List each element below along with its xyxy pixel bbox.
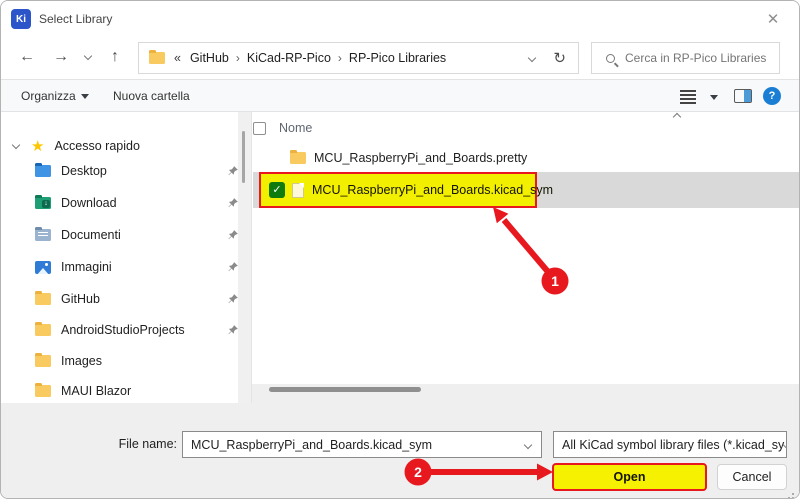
close-icon[interactable]: ✕ (763, 9, 783, 29)
forward-icon[interactable]: → (53, 47, 69, 67)
download-folder-icon: ↓ (35, 197, 51, 209)
folder-icon (290, 152, 306, 164)
breadcrumb-separator: › (338, 51, 342, 65)
pictures-icon (35, 261, 51, 274)
horizontal-scrollbar-thumb[interactable] (269, 387, 421, 392)
desktop-folder-icon (35, 165, 51, 177)
breadcrumb-overflow[interactable]: « (174, 51, 181, 65)
column-header-nome[interactable]: Nome (279, 121, 312, 135)
command-toolbar: Organizza Nuova cartella ? (1, 79, 799, 112)
file-row-pretty[interactable]: MCU_RaspberryPi_and_Boards.pretty (253, 145, 527, 171)
refresh-icon[interactable]: ↻ (553, 49, 566, 67)
view-mode-caret-icon[interactable] (710, 95, 718, 100)
organize-caret-icon (81, 94, 89, 99)
breadcrumb-segment-rp-pico-libraries[interactable]: RP-Pico Libraries (349, 51, 446, 65)
select-all-checkbox[interactable] (253, 122, 266, 135)
preview-pane-icon[interactable] (734, 89, 752, 103)
breadcrumb-separator: › (236, 51, 240, 65)
file-type-combobox[interactable]: All KiCad symbol library files (*.kicad_… (553, 431, 787, 458)
folder-icon (35, 293, 51, 305)
file-name-combobox[interactable]: MCU_RaspberryPi_and_Boards.kicad_sym (182, 431, 542, 458)
sidebar-item-quick-access[interactable]: ★ Accesso rapido (13, 133, 235, 159)
title-bar: Ki Select Library ✕ (1, 1, 799, 37)
sidebar-scrollbar-thumb[interactable] (242, 131, 245, 183)
sidebar-scrollbar-track[interactable] (238, 112, 252, 403)
sidebar-item-androidstudioprojects[interactable]: AndroidStudioProjects (35, 317, 239, 343)
quick-access-expand-chevron-icon[interactable] (12, 140, 20, 148)
search-input[interactable]: Cerca in RP-Pico Libraries (591, 42, 780, 74)
address-bar[interactable]: « GitHub › KiCad-RP-Pico › RP-Pico Libra… (138, 42, 579, 74)
search-placeholder: Cerca in RP-Pico Libraries (625, 51, 766, 65)
dialog-body: ★ Accesso rapido Desktop ↓ Download Docu… (1, 112, 799, 403)
sidebar-item-maui-blazor[interactable]: MAUI Blazor (35, 378, 239, 404)
sort-ascending-icon[interactable] (673, 113, 681, 121)
recent-locations-chevron-icon[interactable] (84, 52, 92, 60)
sidebar-item-documenti[interactable]: Documenti (35, 222, 239, 248)
view-mode-icon[interactable] (680, 90, 696, 92)
folder-icon (149, 52, 165, 64)
file-name-label: File name: (1, 437, 177, 451)
folder-icon (35, 324, 51, 336)
documents-folder-icon (35, 229, 51, 241)
resize-grip[interactable] (792, 493, 794, 495)
sidebar-item-immagini[interactable]: Immagini (35, 254, 239, 280)
checked-checkbox[interactable]: ✓ (269, 182, 285, 198)
kicad-sym-file-icon (292, 183, 304, 198)
kicad-logo-icon: Ki (11, 9, 31, 29)
breadcrumb-segment-kicad-rp-pico[interactable]: KiCad-RP-Pico (247, 51, 331, 65)
pin-icon (227, 261, 239, 273)
search-icon (606, 54, 615, 63)
window-title: Select Library (39, 12, 112, 26)
sidebar-item-desktop[interactable]: Desktop (35, 158, 239, 184)
organize-button[interactable]: Organizza (21, 89, 89, 103)
help-button[interactable]: ? (763, 87, 781, 105)
folder-icon (35, 355, 51, 367)
address-dropdown-chevron-icon[interactable] (528, 54, 536, 62)
sidebar-item-images[interactable]: Images (35, 348, 239, 374)
up-icon[interactable]: ↑ (111, 47, 119, 67)
list-column-header[interactable]: Nome (253, 121, 312, 135)
file-name-dropdown-chevron-icon[interactable] (524, 440, 532, 448)
pin-icon (227, 165, 239, 177)
pin-icon (227, 229, 239, 241)
new-folder-button[interactable]: Nuova cartella (113, 89, 190, 103)
breadcrumb-segment-github[interactable]: GitHub (190, 51, 229, 65)
cancel-button[interactable]: Cancel (717, 464, 787, 490)
sidebar-item-github[interactable]: GitHub (35, 286, 239, 312)
back-icon[interactable]: ← (19, 47, 35, 67)
pin-icon (227, 324, 239, 336)
pin-icon (227, 293, 239, 305)
open-button[interactable]: Open (552, 463, 707, 491)
sidebar-item-download[interactable]: ↓ Download (35, 190, 239, 216)
quick-access-star-icon: ★ (31, 137, 44, 155)
dialog-footer: File name: MCU_RaspberryPi_and_Boards.ki… (1, 403, 799, 499)
navigation-bar: ← → ↑ « GitHub › KiCad-RP-Pico › RP-Pico… (1, 37, 799, 79)
pin-icon (227, 197, 239, 209)
select-library-dialog: Ki Select Library ✕ ← → ↑ « GitHub › KiC… (0, 0, 800, 499)
file-row-kicad-sym[interactable]: ✓ MCU_RaspberryPi_and_Boards.kicad_sym (259, 172, 537, 208)
folder-icon (35, 385, 51, 397)
